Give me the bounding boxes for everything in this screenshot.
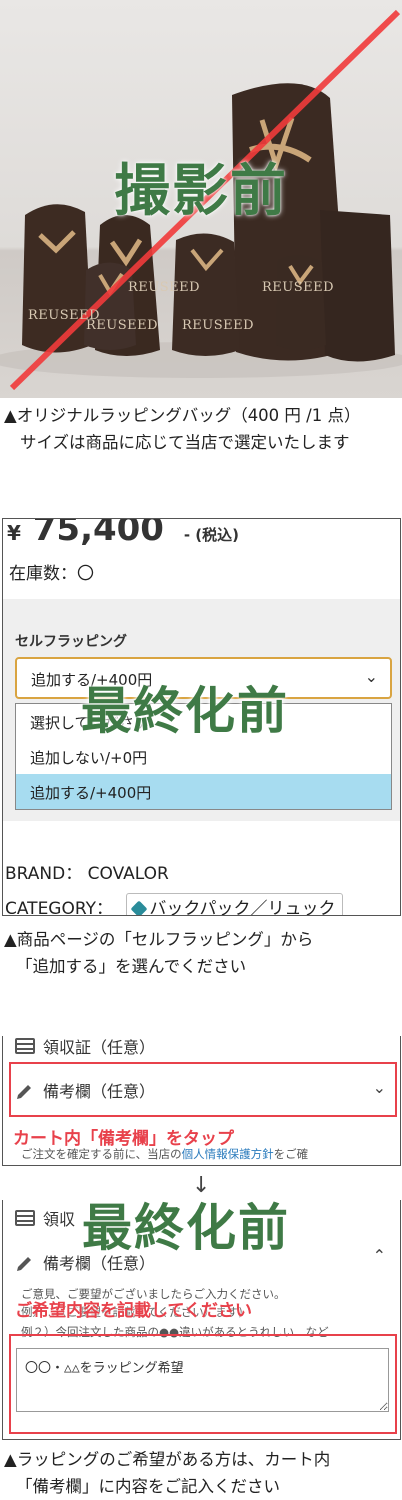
price: ¥ 75,400 - (税込) (7, 518, 239, 549)
option-add-wrapping[interactable]: 追加する/+400円 (16, 774, 391, 809)
brand-tag: REUSEED (262, 280, 335, 295)
chevron-down-icon: ⌄ (364, 667, 378, 686)
price-value: 75,400 (32, 518, 164, 549)
caption-line: サイズは商品に応じて当店で選定いたします (20, 433, 350, 452)
tax-label: - (税込) (183, 526, 239, 544)
category-label: CATEGORY： (5, 899, 113, 916)
before-finalize-label: 最終化前 (81, 682, 289, 740)
stock-count: 在庫数：〇 (9, 564, 94, 584)
caption-line: ▲オリジナルラッピングバッグ（400 円 /1 点） (4, 406, 361, 425)
product-page-screenshot: ¥ 75,400 - (税込) 在庫数：〇 セルフラッピング 追加する/+400… (2, 518, 401, 916)
brand-tag: REUSEED (182, 318, 255, 333)
privacy-policy-link[interactable]: 個人情報保護方針 (182, 1147, 274, 1161)
cart-memo-screenshot-collapsed: 領収証（任意） 備考欄（任意） ⌄ カート内「備考欄」をタップ ご注文を確定する… (2, 1036, 401, 1166)
caption-cart-memo: ▲ラッピングのご希望がある方は、カート内 「備考欄」に内容をご記入ください (4, 1446, 400, 1500)
caption-wrapping-bag: ▲オリジナルラッピングバッグ（400 円 /1 点） サイズは商品に応じて当店で… (4, 402, 400, 456)
before-photo-label: 撮影前 (114, 159, 288, 224)
receipt-row[interactable]: 領収 (15, 1206, 75, 1230)
category-chip[interactable]: バックパック／リュック (126, 893, 343, 916)
brand-row: BRAND： COVALOR (5, 859, 169, 884)
brand-tag: REUSEED (86, 318, 159, 333)
brand-tag: REUSEED (128, 280, 201, 295)
privacy-notice: ご注文を確定する前に、当店の個人情報保護方針をご確 (21, 1146, 308, 1163)
product-photo: REUSEED REUSEED REUSEED REUSEED REUSEED … (0, 0, 402, 398)
caption-line: ▲ラッピングのご希望がある方は、カート内 (4, 1450, 331, 1469)
category-value: バックパック／リュック (149, 899, 336, 916)
write-request-note: ご希望内容を記載してください (15, 1301, 252, 1321)
caption-line: 「追加する」を選んでください (16, 957, 247, 976)
caption-line: ▲商品ページの「セルフラッピング」から (4, 930, 314, 949)
highlight-frame (9, 1062, 397, 1117)
category-row: CATEGORY： バックパック／リュック (5, 893, 343, 916)
pencil-icon (17, 1257, 31, 1271)
brand-label: BRAND： (5, 864, 83, 884)
receipt-label: 領収証（任意） (43, 1038, 156, 1057)
before-finalize-label: 最終化前 (82, 1199, 290, 1257)
brand-link[interactable]: COVALOR (88, 864, 169, 884)
yen-symbol: ¥ (7, 521, 21, 545)
memo-textarea[interactable]: 〇〇・△△をラッピング希望 (16, 1348, 389, 1412)
caption-line: 「備考欄」に内容をご記入ください (16, 1477, 280, 1496)
chevron-up-icon[interactable]: ⌃ (373, 1246, 386, 1265)
wrapping-title: セルフラッピング (15, 634, 127, 650)
privacy-text: をご確 (273, 1147, 309, 1161)
option-no-wrapping[interactable]: 追加しない/+0円 (16, 739, 391, 774)
privacy-text: ご注文を確定する前に、当店の (21, 1147, 182, 1161)
receipt-row[interactable]: 領収証（任意） (15, 1036, 155, 1058)
receipt-label: 領収 (43, 1210, 76, 1229)
receipt-icon (15, 1038, 35, 1054)
tag-icon (130, 900, 148, 915)
caption-product-page: ▲商品ページの「セルフラッピング」から 「追加する」を選んでください (4, 926, 400, 980)
receipt-icon (15, 1210, 35, 1226)
